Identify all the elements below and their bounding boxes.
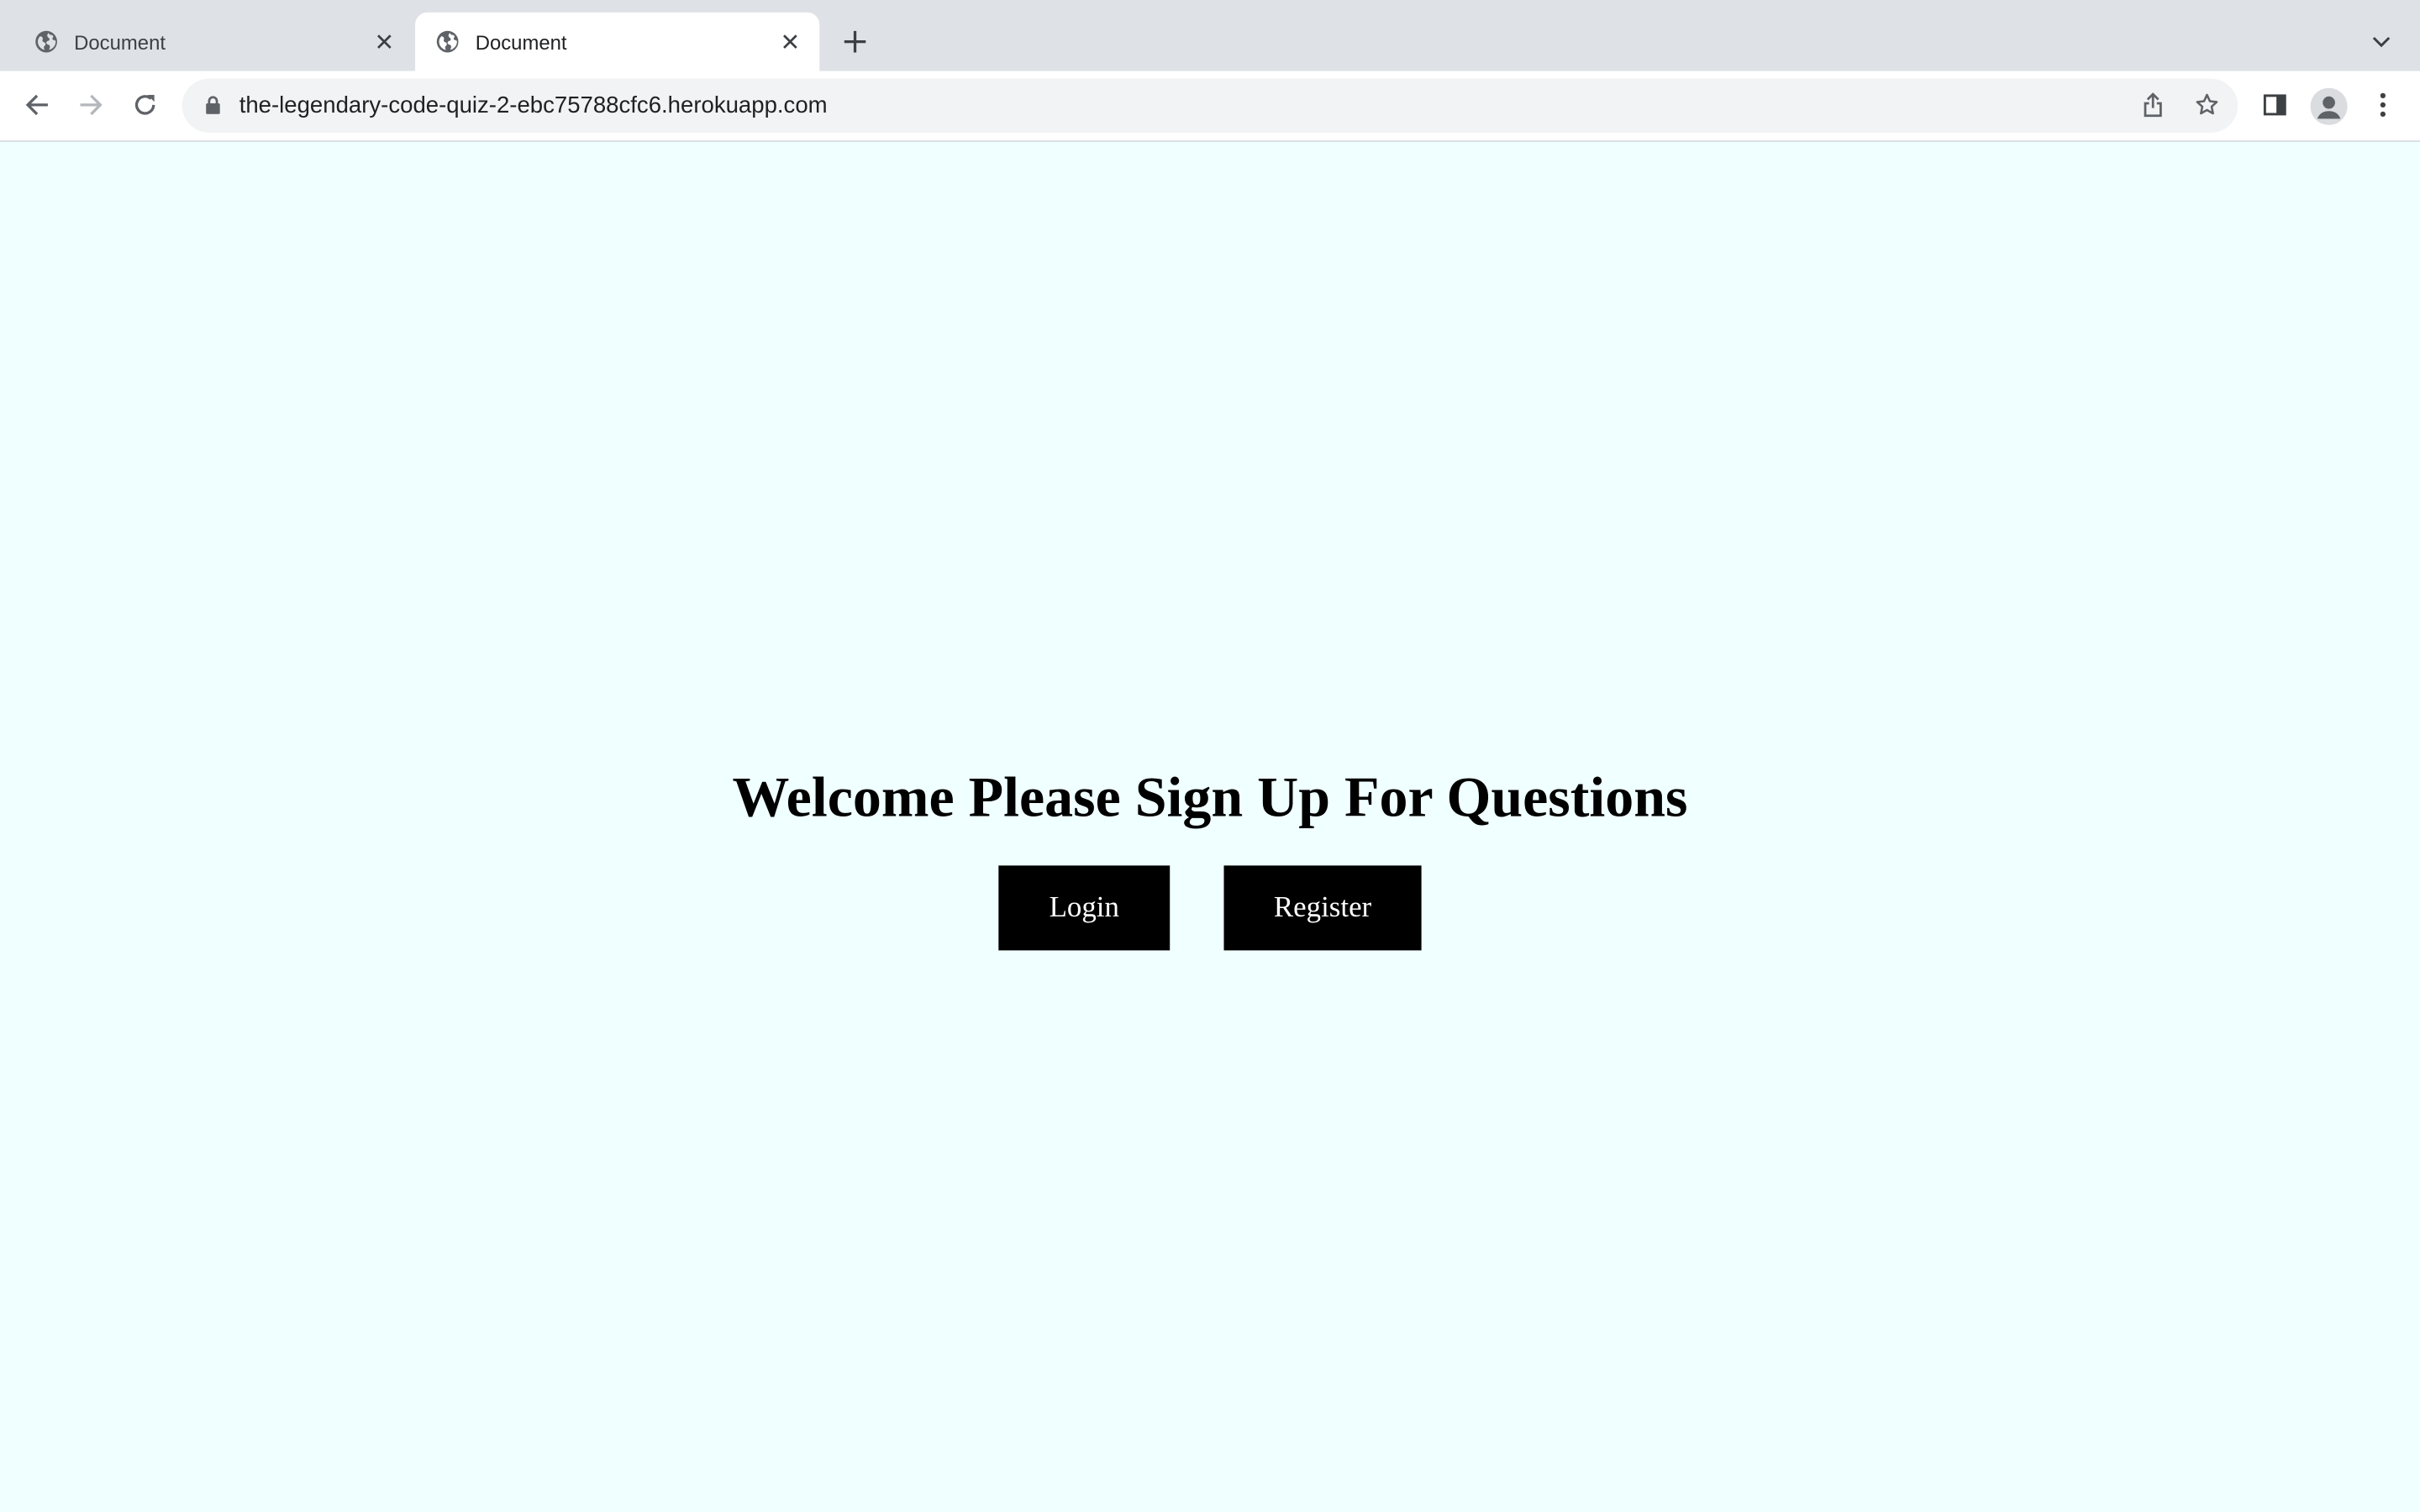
browser-toolbar: the-legendary-code-quiz-2-ebc75788cfc6.h…	[0, 71, 2420, 142]
new-tab-plus-icon[interactable]	[838, 24, 871, 58]
login-button[interactable]: Login	[998, 865, 1171, 951]
globe-icon	[435, 29, 460, 54]
lock-icon[interactable]	[203, 94, 224, 116]
reload-icon[interactable]	[127, 87, 164, 123]
back-arrow-icon[interactable]	[18, 87, 55, 123]
chevron-down-icon[interactable]	[2366, 26, 2397, 57]
profile-avatar-icon[interactable]	[2310, 87, 2348, 125]
kebab-menu-icon[interactable]	[2365, 87, 2402, 123]
address-bar[interactable]: the-legendary-code-quiz-2-ebc75788cfc6.h…	[182, 78, 2238, 133]
bookmark-star-icon[interactable]	[2191, 90, 2223, 121]
side-panel-icon[interactable]	[2256, 87, 2293, 123]
tab-title: Document	[475, 29, 567, 54]
url-text: the-legendary-code-quiz-2-ebc75788cfc6.h…	[239, 92, 828, 119]
share-icon[interactable]	[2138, 90, 2169, 121]
close-tab-icon[interactable]	[371, 28, 398, 55]
tab-document-2[interactable]: Document	[415, 12, 820, 71]
page-content: Welcome Please Sign Up For Questions Log…	[0, 141, 2420, 1512]
tab-document-1[interactable]: Document	[0, 13, 413, 71]
forward-arrow-icon[interactable]	[72, 87, 109, 123]
browser-window: Document Document the-legendary-code-qui…	[0, 0, 2420, 1512]
register-button[interactable]: Register	[1223, 865, 1422, 951]
globe-icon	[34, 29, 58, 54]
page-title: Welcome Please Sign Up For Questions	[732, 766, 1688, 831]
tab-title: Document	[74, 29, 166, 54]
close-tab-icon[interactable]	[776, 28, 804, 55]
tab-strip: Document Document	[0, 0, 2420, 71]
